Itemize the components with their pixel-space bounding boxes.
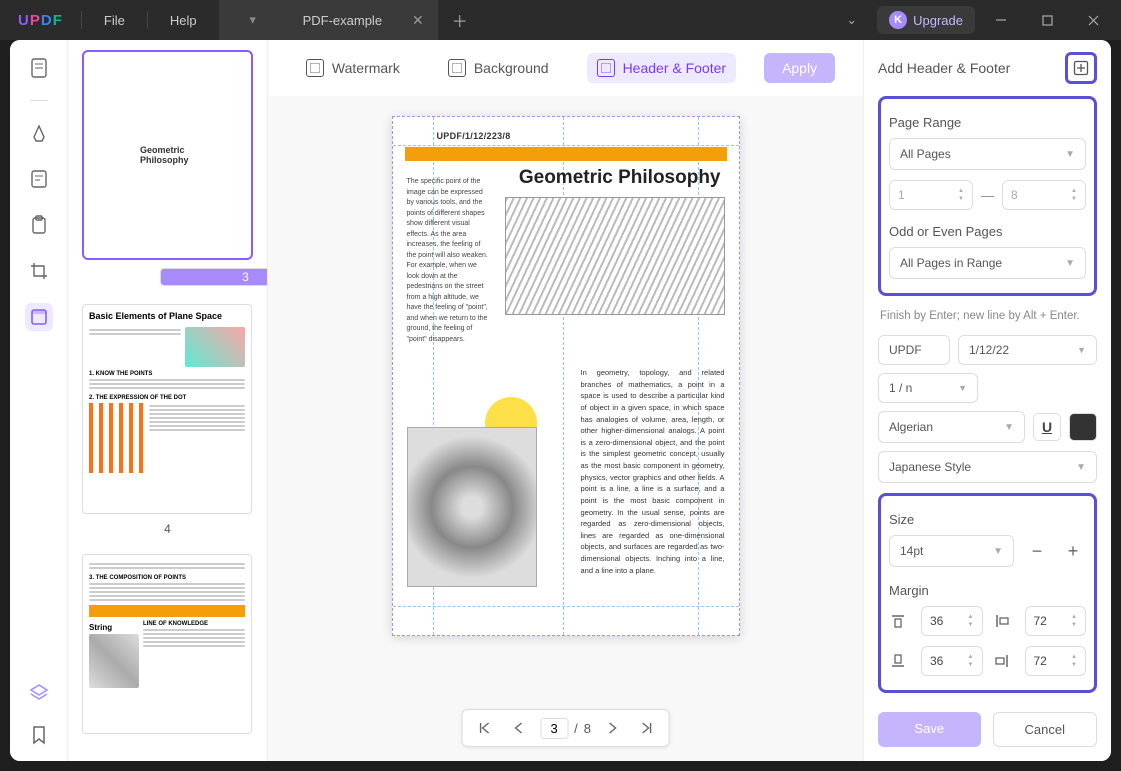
date-select[interactable]: 1/12/22▼ (958, 335, 1097, 365)
cancel-button[interactable]: Cancel (993, 712, 1098, 747)
thumbnail-panel: Geometric Philosophy 3 Basic Elements of… (68, 40, 268, 761)
prev-page-button[interactable] (506, 716, 530, 740)
text-tool-icon[interactable] (25, 165, 53, 193)
highlight-icon[interactable] (25, 119, 53, 147)
odd-even-label: Odd or Even Pages (889, 224, 1086, 239)
thumbnail-label-3: 3 (160, 268, 268, 286)
titlebar-chevron-icon[interactable]: ⌄ (832, 12, 871, 28)
color-button[interactable] (1069, 413, 1097, 441)
header-footer-icon[interactable] (25, 303, 53, 331)
margin-left-icon (993, 612, 1011, 630)
background-icon (448, 59, 466, 77)
margin-right-input[interactable]: 72▲▼ (1025, 646, 1087, 676)
apply-button[interactable]: Apply (764, 53, 835, 83)
save-template-button[interactable] (1065, 52, 1097, 84)
page-icon[interactable] (25, 54, 53, 82)
chevron-down-icon: ▼ (958, 383, 967, 393)
page-left-text: The specific point of the image can be e… (407, 177, 489, 345)
canvas-area: Watermark Background Header & Footer App… (268, 40, 863, 761)
chevron-down-icon: ▼ (1065, 149, 1075, 160)
font-select[interactable]: Algerian▼ (878, 411, 1025, 443)
document-tab[interactable]: ▾ PDF-example ✕ (219, 0, 438, 40)
page-total: 8 (584, 721, 591, 736)
page-header-stamp: UPDF/1/12/223/8 (437, 131, 511, 141)
menu-file[interactable]: File (82, 13, 147, 28)
menu-help[interactable]: Help (148, 13, 219, 28)
page-format-select[interactable]: 1 / n▼ (878, 373, 978, 403)
chevron-down-icon: ▼ (1076, 462, 1086, 473)
left-rail (10, 40, 68, 761)
thumbnail-page-3[interactable]: Geometric Philosophy (82, 50, 253, 260)
bookmark-icon[interactable] (25, 721, 53, 749)
margin-top-icon (889, 612, 907, 630)
page-number-input[interactable] (540, 718, 568, 739)
first-page-button[interactable] (472, 716, 496, 740)
app-logo: UPDF (0, 12, 81, 29)
thumbnail-page-5[interactable]: 3. THE COMPOSITION OF POINTS StringLINE … (82, 554, 252, 734)
tab-title: PDF-example (303, 13, 382, 28)
new-tab-button[interactable]: ＋ (438, 8, 482, 32)
page-photo (407, 427, 537, 587)
page-title: Geometric Philosophy (519, 167, 721, 189)
margin-bottom-icon (889, 652, 907, 670)
underline-button[interactable]: U (1033, 413, 1061, 441)
watermark-button[interactable]: Watermark (296, 53, 410, 83)
save-button[interactable]: Save (878, 712, 981, 747)
panel-title: Add Header & Footer (878, 60, 1055, 76)
tool-topbar: Watermark Background Header & Footer App… (268, 40, 863, 96)
page-preview[interactable]: UPDF/1/12/223/8 Geometric Philosophy The… (392, 116, 740, 636)
tab-dropdown-icon[interactable]: ▾ (233, 12, 273, 28)
last-page-button[interactable] (635, 716, 659, 740)
thumbnail-label-4: 4 (82, 522, 253, 536)
size-increase-button[interactable]: + (1060, 538, 1086, 564)
next-page-button[interactable] (601, 716, 625, 740)
background-button[interactable]: Background (438, 53, 559, 83)
chevron-down-icon: ▼ (1077, 345, 1086, 355)
margin-label: Margin (889, 583, 1086, 598)
page-range-select[interactable]: All Pages▼ (889, 138, 1086, 170)
header-footer-button[interactable]: Header & Footer (587, 53, 737, 83)
style-select[interactable]: Japanese Style▼ (878, 451, 1097, 483)
page-hero-image (505, 197, 725, 315)
clipboard-icon[interactable] (25, 211, 53, 239)
close-button[interactable] (1073, 4, 1113, 36)
header-footer-tab-icon (597, 59, 615, 77)
margin-left-input[interactable]: 72▲▼ (1025, 606, 1087, 636)
brand-text-select[interactable]: UPDF (878, 335, 950, 365)
chevron-down-icon: ▼ (993, 546, 1003, 557)
page-range-label: Page Range (889, 115, 1086, 130)
avatar: K (889, 11, 907, 29)
page-right-text: In geometry, topology, and related branc… (581, 367, 725, 576)
watermark-icon (306, 59, 324, 77)
margin-right-icon (993, 652, 1011, 670)
size-margin-group: Size 14pt▼ − + Margin 36▲▼ 72▲▼ 36▲▼ 72▲… (878, 493, 1097, 693)
chevron-down-icon: ▼ (1004, 422, 1014, 433)
layers-icon[interactable] (25, 679, 53, 707)
size-label: Size (889, 512, 1086, 527)
app-window: Geometric Philosophy 3 Basic Elements of… (10, 40, 1111, 761)
settings-panel: Add Header & Footer Page Range All Pages… (863, 40, 1111, 761)
titlebar: UPDF File Help ▾ PDF-example ✕ ＋ ⌄ K Upg… (0, 0, 1121, 40)
tab-close-icon[interactable]: ✕ (412, 12, 424, 29)
maximize-button[interactable] (1027, 4, 1067, 36)
range-from-input[interactable]: 1▲▼ (889, 180, 973, 210)
page-navigator: / 8 (461, 709, 670, 747)
font-size-select[interactable]: 14pt▼ (889, 535, 1014, 567)
size-decrease-button[interactable]: − (1024, 538, 1050, 564)
margin-bottom-input[interactable]: 36▲▼ (921, 646, 983, 676)
minimize-button[interactable] (981, 4, 1021, 36)
thumbnail-page-4[interactable]: Basic Elements of Plane Space 1. KNOW TH… (82, 304, 252, 514)
range-to-input[interactable]: 8▲▼ (1002, 180, 1086, 210)
page-range-group: Page Range All Pages▼ 1▲▼ — 8▲▼ Odd or E… (878, 96, 1097, 296)
margin-top-input[interactable]: 36▲▼ (921, 606, 983, 636)
chevron-down-icon: ▼ (1065, 258, 1075, 269)
crop-icon[interactable] (25, 257, 53, 285)
input-hint: Finish by Enter; new line by Alt + Enter… (878, 304, 1097, 335)
upgrade-button[interactable]: K Upgrade (877, 6, 975, 34)
odd-even-select[interactable]: All Pages in Range▼ (889, 247, 1086, 279)
